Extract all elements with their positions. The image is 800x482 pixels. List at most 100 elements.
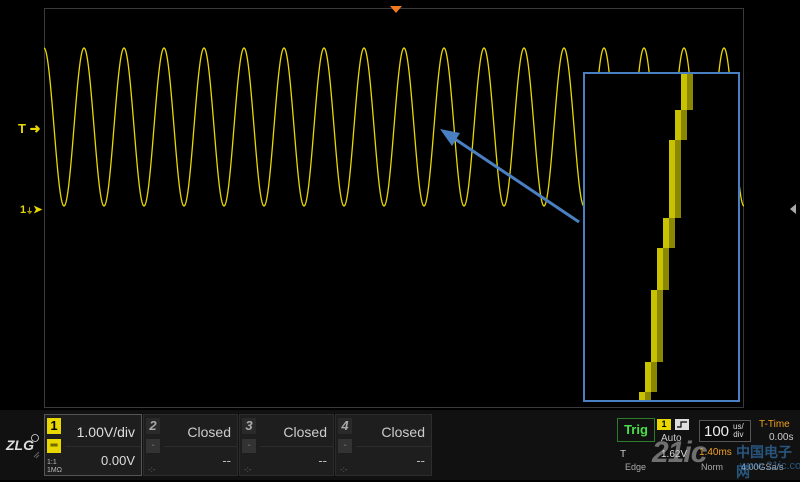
zoom-pixel bbox=[669, 236, 675, 242]
zoom-pixel bbox=[663, 284, 669, 290]
trigger-time-label: T-Time bbox=[759, 419, 790, 430]
zoom-pixel bbox=[651, 308, 657, 314]
zoom-pixel bbox=[639, 392, 645, 398]
zoom-pixel bbox=[657, 326, 663, 332]
timebase-unit: us/div bbox=[733, 422, 744, 439]
zoom-pixel bbox=[681, 110, 687, 116]
zoom-pixel bbox=[657, 356, 663, 362]
channel4-dash: -:- bbox=[340, 465, 348, 474]
zoom-pixel bbox=[651, 320, 657, 326]
zoom-pixel bbox=[675, 182, 681, 188]
svg-text:ZLG: ZLG bbox=[5, 437, 34, 453]
zoom-pixel bbox=[681, 74, 687, 80]
zoom-pixel bbox=[675, 122, 681, 128]
zoom-pixel bbox=[663, 278, 669, 284]
zoom-pixel bbox=[657, 344, 663, 350]
zoom-pixel bbox=[675, 152, 681, 158]
zoom-pixel bbox=[669, 206, 675, 212]
zoom-pixel bbox=[669, 152, 675, 158]
divider bbox=[65, 446, 141, 447]
zoom-pixel bbox=[663, 224, 669, 230]
zoom-pixel bbox=[651, 344, 657, 350]
zoom-pixel bbox=[669, 212, 675, 218]
zoom-pixel bbox=[651, 302, 657, 308]
zoom-pixel bbox=[663, 254, 669, 260]
channel1-offset[interactable]: 0.00V bbox=[101, 453, 135, 468]
zoom-pixel bbox=[669, 182, 675, 188]
zoom-pixel bbox=[651, 338, 657, 344]
channel1-scale[interactable]: 1.00V/div bbox=[77, 424, 135, 440]
rising-edge-icon bbox=[675, 419, 689, 430]
divider bbox=[260, 446, 333, 447]
trigger-button[interactable]: Trig bbox=[617, 418, 655, 442]
zoom-pixel bbox=[675, 128, 681, 134]
zoom-pixel bbox=[669, 140, 675, 146]
zoom-pointer-arrowhead bbox=[440, 129, 460, 146]
zoom-pixel bbox=[663, 236, 669, 242]
right-expand-handle[interactable] bbox=[790, 204, 796, 214]
zoom-pixel bbox=[669, 158, 675, 164]
zoom-pixel bbox=[675, 164, 681, 170]
zoomed-trace bbox=[639, 74, 693, 400]
channel2-status: Closed bbox=[187, 424, 231, 440]
zoom-pixel bbox=[681, 80, 687, 86]
trigger-level-marker[interactable]: T ➜ bbox=[18, 121, 40, 137]
channel2-panel[interactable]: 2 - Closed -- -:- bbox=[143, 414, 238, 476]
zoom-pixel bbox=[675, 158, 681, 164]
zoom-pixel bbox=[681, 92, 687, 98]
channel2-dash: -:- bbox=[148, 465, 156, 474]
zoom-pixel bbox=[669, 230, 675, 236]
zoom-pixel bbox=[675, 140, 681, 146]
zoom-pixel bbox=[645, 380, 651, 386]
zoom-pixel bbox=[687, 92, 693, 98]
arrow-right-icon: ➜ bbox=[29, 121, 41, 136]
zoom-pixel bbox=[681, 128, 687, 134]
zoom-pixel bbox=[645, 386, 651, 392]
zoom-pixel bbox=[669, 218, 675, 224]
zoom-pixel bbox=[657, 260, 663, 266]
zoom-pixel bbox=[675, 188, 681, 194]
zoom-pixel bbox=[669, 194, 675, 200]
zoom-pixel bbox=[645, 392, 651, 398]
zoom-pixel bbox=[663, 248, 669, 254]
channel3-number: 3 bbox=[242, 418, 256, 434]
zoom-pixel bbox=[675, 200, 681, 206]
channel4-panel[interactable]: 4 - Closed -- -:- bbox=[335, 414, 432, 476]
zoom-pixel bbox=[681, 116, 687, 122]
zoom-pixel bbox=[669, 242, 675, 248]
channel3-panel[interactable]: 3 - Closed -- -:- bbox=[239, 414, 334, 476]
trigger-source[interactable]: 1 bbox=[657, 419, 671, 430]
zoom-pixel bbox=[675, 134, 681, 140]
zoom-pixel bbox=[675, 116, 681, 122]
zoom-pixel bbox=[651, 386, 657, 392]
zoom-pixel bbox=[651, 350, 657, 356]
zoom-pixel bbox=[657, 266, 663, 272]
zoom-pixel bbox=[651, 356, 657, 362]
channel4-number: 4 bbox=[338, 418, 352, 434]
channel3-value: -- bbox=[318, 453, 327, 468]
zoom-pixel bbox=[651, 296, 657, 302]
trigger-position-marker[interactable] bbox=[390, 6, 402, 13]
zoom-pixel bbox=[687, 74, 693, 80]
zoom-pixel bbox=[669, 224, 675, 230]
zoom-pixel bbox=[651, 368, 657, 374]
zoom-pixel bbox=[651, 362, 657, 368]
zoom-pixel bbox=[657, 290, 663, 296]
zoom-pixel bbox=[651, 332, 657, 338]
zoom-pixel bbox=[675, 110, 681, 116]
channel3-dash: -:- bbox=[244, 465, 252, 474]
trigger-type[interactable]: Edge bbox=[625, 462, 646, 472]
zoom-pixel bbox=[651, 326, 657, 332]
channel1-number: 1 bbox=[47, 418, 61, 434]
channel1-offset-marker[interactable]: 1⏚➤ bbox=[20, 203, 42, 216]
zoom-pixel bbox=[675, 194, 681, 200]
zoom-pixel bbox=[663, 266, 669, 272]
zoom-pixel bbox=[681, 98, 687, 104]
channel1-panel[interactable]: 1 ═ 1:1 1MΩ 1.00V/div 0.00V bbox=[44, 414, 142, 476]
zoom-pixel bbox=[669, 176, 675, 182]
zoom-inset bbox=[583, 72, 740, 402]
zoom-pixel bbox=[669, 188, 675, 194]
zoom-pixel bbox=[663, 242, 669, 248]
zoom-pixel bbox=[639, 398, 645, 400]
divider bbox=[164, 446, 237, 447]
